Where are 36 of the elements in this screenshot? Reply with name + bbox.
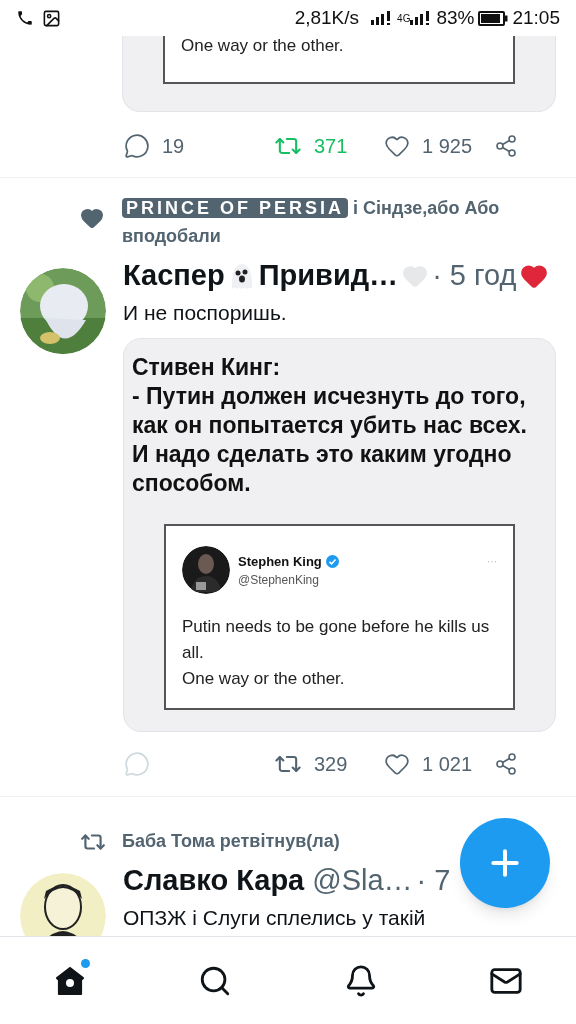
author-name[interactable]: Славко Кара — [123, 859, 305, 903]
retweet-count: 329 — [314, 751, 348, 777]
reply-button[interactable]: 19 — [124, 131, 274, 161]
image-icon — [42, 8, 61, 28]
network-speed: 2,81K/s — [294, 5, 360, 30]
network-type: 4G — [397, 11, 411, 26]
tweet-text: И не поспоришь. — [123, 299, 288, 326]
tweet-text: ОПЗЖ і Слуги сплелись у такій — [123, 904, 427, 931]
home-icon — [54, 964, 86, 997]
image-caption: Стивен Кинг: - Путин должен исчезнуть до того, как он попытается убить нас всех. И надо сделать это каким угодно способом. — [131, 352, 528, 498]
reply-count: 19 — [162, 134, 185, 159]
heart-icon — [80, 206, 104, 230]
like-icon[interactable] — [384, 133, 410, 159]
share-icon[interactable] — [494, 751, 518, 776]
embedded-tweet-text: One way or the other. — [181, 36, 345, 56]
liked-by-text: PRINCE OF PERSIA і Сіндзе,або Або вподобали — [122, 197, 501, 248]
retweeted-by-text: Баба Тома ретвітнув(ла) — [122, 830, 340, 853]
embedded-menu: ··· — [487, 553, 497, 569]
author-handle: @Sla… — [312, 863, 413, 898]
share-icon[interactable] — [494, 134, 518, 158]
tweet-image[interactable]: One way or the other. — [122, 36, 556, 112]
embedded-tweet-text: Putin needs to be gone before he kills us all. One way or the other. — [182, 615, 491, 690]
retweet-count: 371 — [314, 134, 348, 159]
embedded-author-name: Stephen King — [238, 552, 322, 571]
timestamp: · 7 — [416, 863, 451, 898]
timestamp: · 5 год — [432, 258, 517, 293]
tweet-image[interactable] — [123, 337, 556, 732]
like-count: 1 925 — [422, 134, 473, 159]
author-name[interactable]: Каспер — [123, 254, 225, 298]
author-name[interactable]: Привид… — [258, 254, 399, 298]
like-count: 1 021 — [422, 751, 473, 777]
battery-level: 83% — [436, 5, 475, 30]
embedded-author-handle: @StephenKing — [238, 572, 320, 589]
phone-icon — [16, 9, 34, 27]
battery-icon — [478, 10, 509, 26]
clock: 21:05 — [512, 5, 560, 30]
